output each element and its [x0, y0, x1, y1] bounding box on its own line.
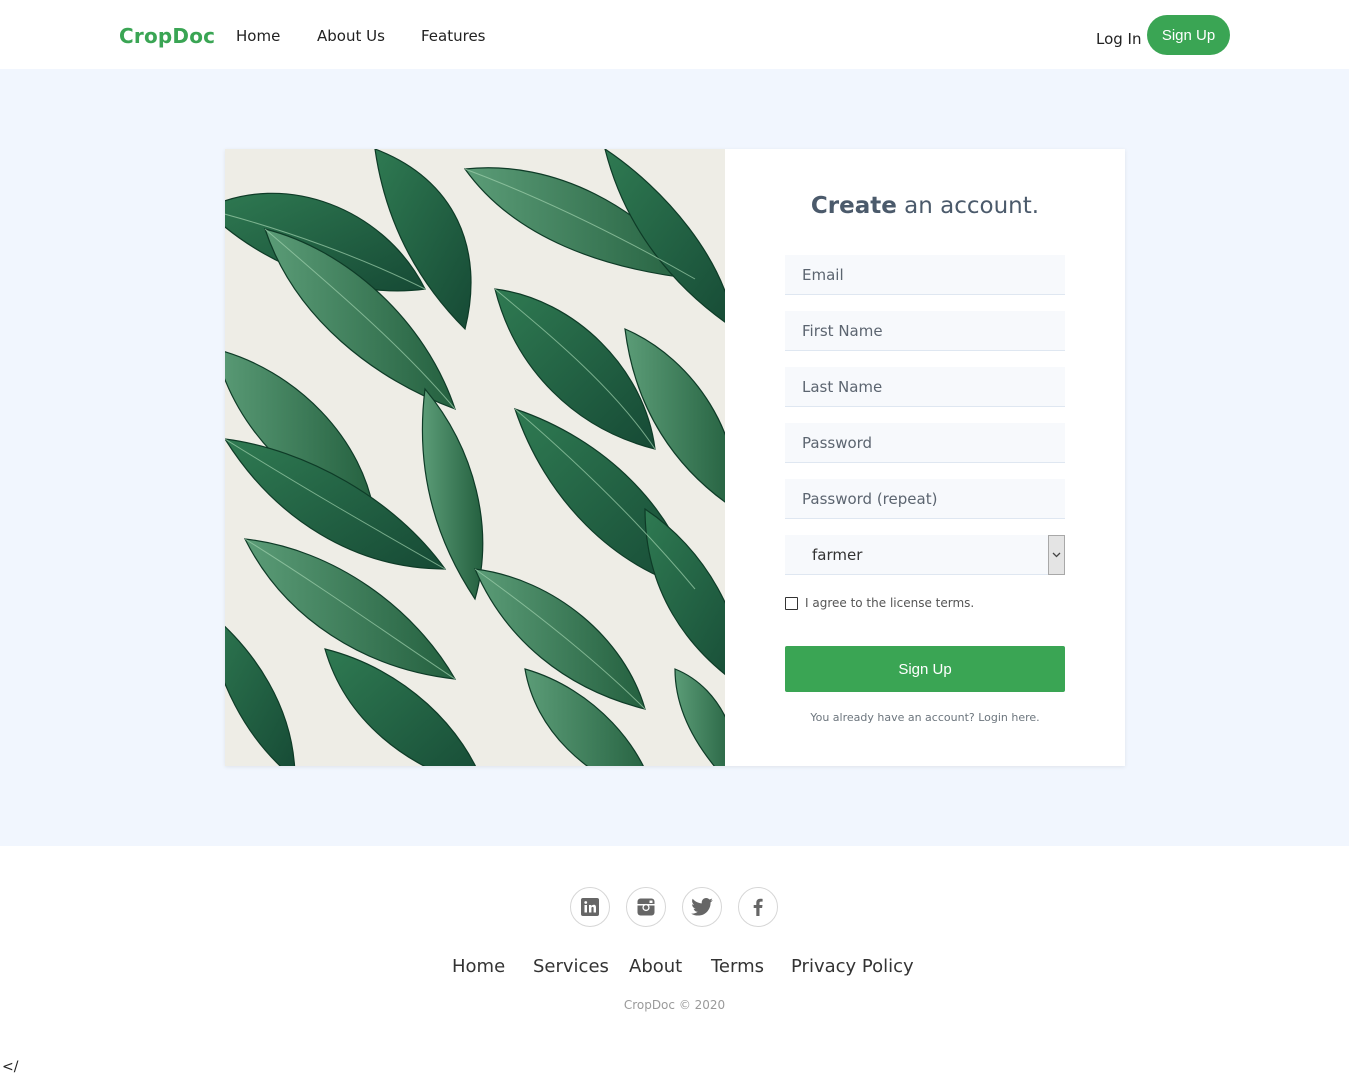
password-field[interactable]: [785, 423, 1065, 463]
footer-link-services[interactable]: Services: [533, 956, 609, 977]
login-here-link[interactable]: You already have an account? Login here.: [725, 711, 1125, 724]
instagram-icon[interactable]: [626, 887, 666, 927]
footer-link-terms[interactable]: Terms: [711, 956, 764, 977]
license-agree-row: I agree to the license terms.: [785, 595, 974, 611]
footer-link-home[interactable]: Home: [452, 956, 505, 977]
facebook-icon[interactable]: [738, 887, 778, 927]
signup-card: Create an account. farmer I agree to the…: [225, 149, 1125, 766]
footer-link-privacy-policy[interactable]: Privacy Policy: [791, 956, 914, 977]
copyright-text: CropDoc © 2020: [623, 998, 726, 1012]
footer: Home Services About Terms Privacy Policy…: [0, 846, 1349, 1078]
last-name-field[interactable]: [785, 367, 1065, 407]
stray-text: </: [2, 1059, 19, 1075]
twitter-icon[interactable]: [682, 887, 722, 927]
password-repeat-field[interactable]: [785, 479, 1065, 519]
login-link[interactable]: Log In: [1096, 30, 1142, 48]
chevron-down-icon[interactable]: [1048, 535, 1065, 575]
signup-submit-button[interactable]: Sign Up: [785, 646, 1065, 692]
email-field[interactable]: [785, 255, 1065, 295]
form-title: Create an account.: [810, 193, 1040, 219]
nav-link-features[interactable]: Features: [421, 27, 486, 45]
navbar-signup-button[interactable]: Sign Up: [1147, 15, 1230, 55]
role-select-value: farmer: [812, 546, 863, 564]
license-checkbox-label: I agree to the license terms.: [805, 596, 975, 610]
brand-logo[interactable]: CropDoc: [119, 24, 215, 48]
signup-form: Create an account. farmer I agree to the…: [725, 149, 1125, 766]
footer-link-about[interactable]: About: [629, 956, 682, 977]
license-checkbox[interactable]: [785, 596, 798, 610]
main-section: Create an account. farmer I agree to the…: [0, 69, 1349, 846]
role-select[interactable]: farmer: [785, 535, 1065, 575]
linkedin-icon[interactable]: [570, 887, 610, 927]
nav-link-home[interactable]: Home: [236, 27, 280, 45]
leaf-pattern-image: [225, 149, 725, 766]
navbar: CropDoc Home About Us Features Log In Si…: [0, 0, 1349, 69]
nav-link-about-us[interactable]: About Us: [317, 27, 385, 45]
first-name-field[interactable]: [785, 311, 1065, 351]
